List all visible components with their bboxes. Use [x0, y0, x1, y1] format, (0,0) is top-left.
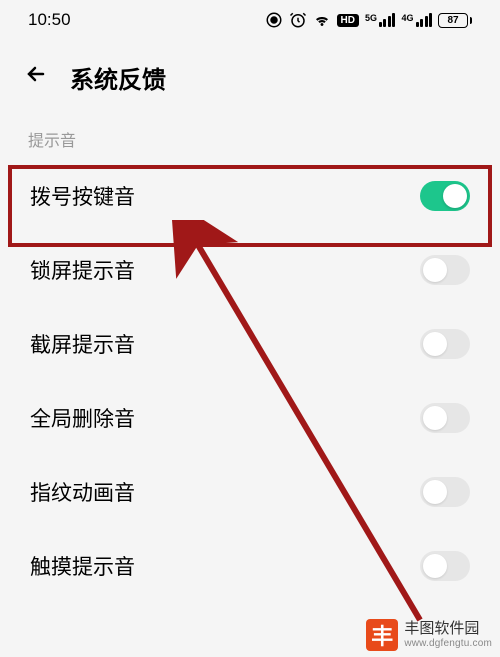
- setting-label: 截屏提示音: [30, 329, 135, 359]
- page-title: 系统反馈: [70, 60, 166, 95]
- battery-indicator: 87: [438, 13, 472, 28]
- setting-global-delete-tone: 全局删除音: [8, 381, 492, 455]
- watermark-title: 丰图软件园: [404, 621, 492, 638]
- back-arrow-icon[interactable]: [24, 62, 48, 93]
- setting-dial-keypad-tone: 拨号按键音: [8, 159, 492, 233]
- watermark-logo: 丰: [366, 619, 398, 651]
- signal-5g: 5G: [365, 13, 396, 27]
- setting-lock-screen-tone: 锁屏提示音: [8, 233, 492, 307]
- toggle-lock-screen-tone[interactable]: [420, 255, 470, 285]
- alarm-icon: [289, 11, 307, 29]
- watermark-url: www.dgfengtu.com: [404, 638, 492, 649]
- status-icons: HD 5G 4G 87: [265, 11, 472, 29]
- setting-label: 全局删除音: [30, 403, 135, 433]
- watermark: 丰 丰图软件园 www.dgfengtu.com: [358, 613, 500, 657]
- settings-list: 拨号按键音 锁屏提示音 截屏提示音 全局删除音 指纹动画音 触摸提示音: [0, 159, 500, 603]
- wifi-icon: [313, 11, 331, 29]
- setting-label: 指纹动画音: [30, 477, 135, 507]
- signal-4g: 4G: [401, 13, 432, 27]
- header: 系统反馈: [0, 40, 500, 113]
- hd-badge: HD: [337, 14, 359, 27]
- setting-label: 拨号按键音: [30, 181, 135, 211]
- setting-fingerprint-anim-tone: 指纹动画音: [8, 455, 492, 529]
- setting-touch-tone: 触摸提示音: [8, 529, 492, 603]
- nfc-icon: [265, 11, 283, 29]
- toggle-screenshot-tone[interactable]: [420, 329, 470, 359]
- setting-label: 锁屏提示音: [30, 255, 135, 285]
- status-bar: 10:50 HD 5G 4G 87: [0, 0, 500, 40]
- toggle-dial-keypad-tone[interactable]: [420, 181, 470, 211]
- toggle-global-delete-tone[interactable]: [420, 403, 470, 433]
- setting-label: 触摸提示音: [30, 551, 135, 581]
- toggle-fingerprint-anim-tone[interactable]: [420, 477, 470, 507]
- setting-screenshot-tone: 截屏提示音: [8, 307, 492, 381]
- toggle-touch-tone[interactable]: [420, 551, 470, 581]
- section-label: 提示音: [0, 113, 500, 159]
- status-time: 10:50: [28, 10, 71, 30]
